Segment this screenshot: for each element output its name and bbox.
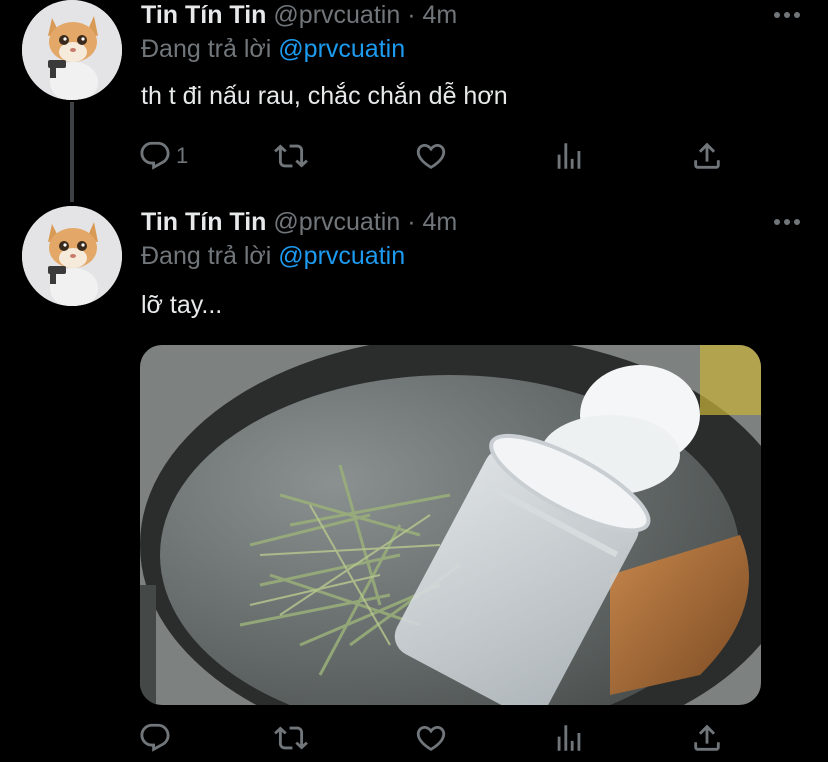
retweet-icon [274,726,308,750]
analytics-button[interactable] [552,720,586,756]
timestamp[interactable]: 4m [422,208,457,236]
reply-icon [140,723,170,752]
display-name[interactable]: Tin Tín Tin [141,208,266,236]
tweet-photo[interactable] [140,345,761,705]
share-icon [694,724,720,751]
analytics-icon [557,725,581,751]
more-icon[interactable] [774,219,800,227]
tweet[interactable]: Tin Tín Tin @prvcuatin · 4m Đang trả lời… [0,0,828,762]
replying-to-handle[interactable]: @prvcuatin [278,242,405,270]
replying-to-label: Đang trả lời [141,242,272,270]
separator-dot: · [407,208,416,236]
retweet-button[interactable] [274,720,308,756]
heart-icon [416,725,446,751]
user-handle[interactable]: @prvcuatin [273,208,400,236]
like-button[interactable] [414,720,448,756]
share-button[interactable] [690,720,724,756]
replying-to: Đang trả lời @prvcuatin [141,242,405,271]
tweet-text: lỡ tay... [141,291,223,319]
reply-button[interactable] [138,720,176,756]
tweet-header: Tin Tín Tin @prvcuatin · 4m [141,207,457,237]
tweet-actions [138,720,728,756]
avatar[interactable] [22,206,122,306]
